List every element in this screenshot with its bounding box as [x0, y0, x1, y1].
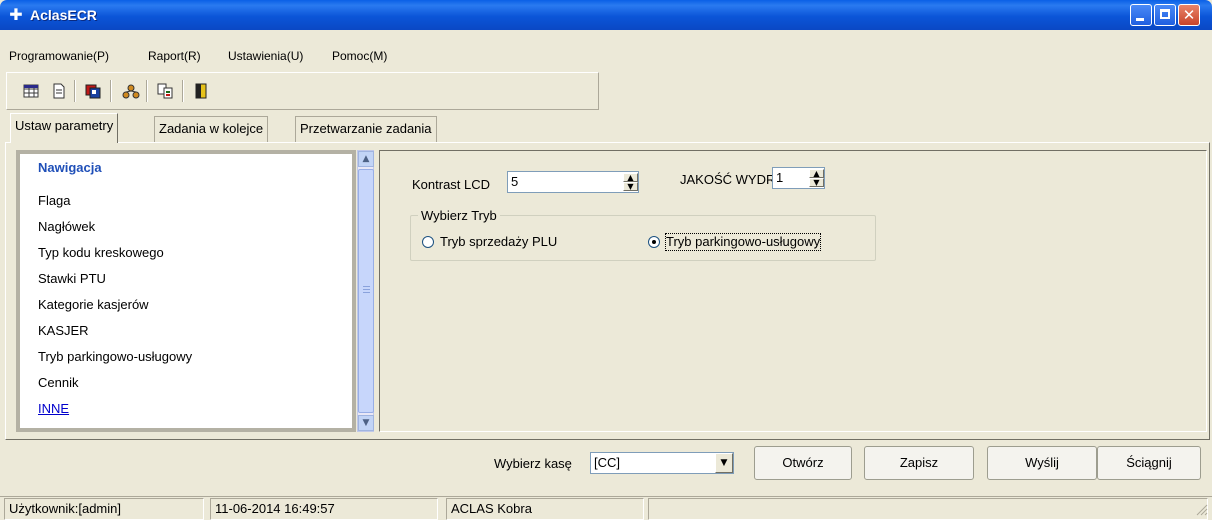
- nav-item-inne[interactable]: INNE: [38, 401, 69, 417]
- scrollbar-thumb[interactable]: [358, 169, 374, 413]
- resize-grip-icon[interactable]: [1194, 502, 1208, 516]
- window-title: AclasECR: [30, 7, 97, 23]
- nav-item-kasjer[interactable]: KASJER: [38, 323, 89, 339]
- radio-tryb-parkingowo-uslugowy-label[interactable]: Tryb parkingowo-usługowy: [664, 233, 822, 251]
- radio-tryb-sprzedazy-plu-label[interactable]: Tryb sprzedaży PLU: [440, 234, 557, 250]
- scroll-down-button[interactable]: ▼: [358, 415, 374, 431]
- mode-group-label: Wybierz Tryb: [418, 208, 500, 224]
- cash-register-label: Wybierz kasę: [494, 456, 572, 471]
- close-button[interactable]: ✕: [1178, 4, 1200, 26]
- cash-register-select[interactable]: [CC]: [590, 452, 734, 474]
- spin-down-button[interactable]: ▼: [809, 178, 824, 187]
- nav-item-flaga[interactable]: Flaga: [38, 193, 71, 209]
- maximize-icon: [1160, 9, 1170, 19]
- tab-ustaw-parametry[interactable]: Ustaw parametry: [10, 113, 119, 143]
- nav-item-tryb-parkingowo-uslugowy[interactable]: Tryb parkingowo-usługowy: [38, 349, 192, 365]
- spin-down-button[interactable]: ▼: [623, 182, 638, 191]
- print-quality-spinner[interactable]: 1 ▲ ▼: [772, 167, 825, 189]
- minimize-button[interactable]: [1130, 4, 1152, 26]
- radio-tryb-sprzedazy-plu[interactable]: [422, 236, 434, 248]
- contrast-lcd-value: 5: [511, 174, 519, 189]
- contrast-lcd-label: Kontrast LCD: [412, 177, 491, 192]
- card-icon[interactable]: [84, 82, 102, 100]
- status-user: Użytkownik:[admin]: [4, 498, 204, 520]
- nav-item-typ-kodu-kreskowego[interactable]: Typ kodu kreskowego: [38, 245, 164, 261]
- nav-item-cennik[interactable]: Cennik: [38, 375, 78, 391]
- toolbar-separator: [110, 80, 112, 102]
- spin-up-button[interactable]: ▲: [623, 173, 638, 182]
- network-icon[interactable]: [122, 82, 140, 100]
- title-bar[interactable]: [0, 0, 1212, 30]
- status-datetime: 11-06-2014 16:49:57: [210, 498, 438, 520]
- settings-form-panel: [379, 150, 1207, 432]
- toolbar-separator: [146, 80, 148, 102]
- status-empty: [648, 498, 1208, 520]
- radio-tryb-parkingowo-uslugowy[interactable]: [648, 236, 660, 248]
- print-quality-value: 1: [776, 170, 784, 185]
- dropdown-arrow-button[interactable]: ▼: [715, 453, 733, 473]
- tab-zadania-w-kolejce[interactable]: Zadania w kolejce: [154, 116, 269, 142]
- print-quality-label: JAKOŚĆ WYDR: [680, 172, 776, 187]
- cash-register-value: [CC]: [594, 455, 620, 470]
- download-button[interactable]: Ściągnij: [1097, 446, 1201, 480]
- send-button[interactable]: Wyślij: [987, 446, 1097, 480]
- grid-icon[interactable]: [22, 82, 40, 100]
- save-button[interactable]: Zapisz: [864, 446, 974, 480]
- exit-door-icon[interactable]: [192, 82, 210, 100]
- copy-icon[interactable]: [156, 82, 174, 100]
- scroll-up-button[interactable]: ▲: [358, 151, 374, 167]
- nav-item-stawki-ptu[interactable]: Stawki PTU: [38, 271, 106, 287]
- menu-raport[interactable]: Raport(R): [148, 49, 201, 63]
- tab-przetwarzanie-zadania[interactable]: Przetwarzanie zadania: [295, 116, 437, 142]
- menu-ustawienia[interactable]: Ustawienia(U): [228, 49, 303, 63]
- menu-programowanie[interactable]: Programowanie(P): [9, 49, 109, 63]
- chevron-up-icon: ▲: [362, 154, 370, 164]
- spin-up-button[interactable]: ▲: [809, 169, 824, 178]
- chevron-down-icon: ▼: [720, 458, 728, 468]
- chevron-down-icon: ▼: [362, 418, 370, 428]
- nav-item-kategorie-kasjerow[interactable]: Kategorie kasjerów: [38, 297, 149, 313]
- toolbar-separator: [182, 80, 184, 102]
- menu-pomoc[interactable]: Pomoc(M): [332, 49, 387, 63]
- close-icon: ✕: [1182, 6, 1196, 24]
- status-device: ACLAS Kobra: [446, 498, 644, 520]
- radio-selected-dot: [652, 240, 656, 244]
- contrast-lcd-spinner[interactable]: 5 ▲ ▼: [507, 171, 639, 193]
- nav-item-naglowek[interactable]: Nagłówek: [38, 219, 95, 235]
- open-button[interactable]: Otwórz: [754, 446, 852, 480]
- navigation-title: Nawigacja: [38, 160, 102, 175]
- toolbar-separator: [74, 80, 76, 102]
- app-icon[interactable]: ✚: [7, 6, 25, 24]
- document-icon[interactable]: [50, 82, 68, 100]
- minimize-icon: [1136, 18, 1144, 21]
- maximize-button[interactable]: [1154, 4, 1176, 26]
